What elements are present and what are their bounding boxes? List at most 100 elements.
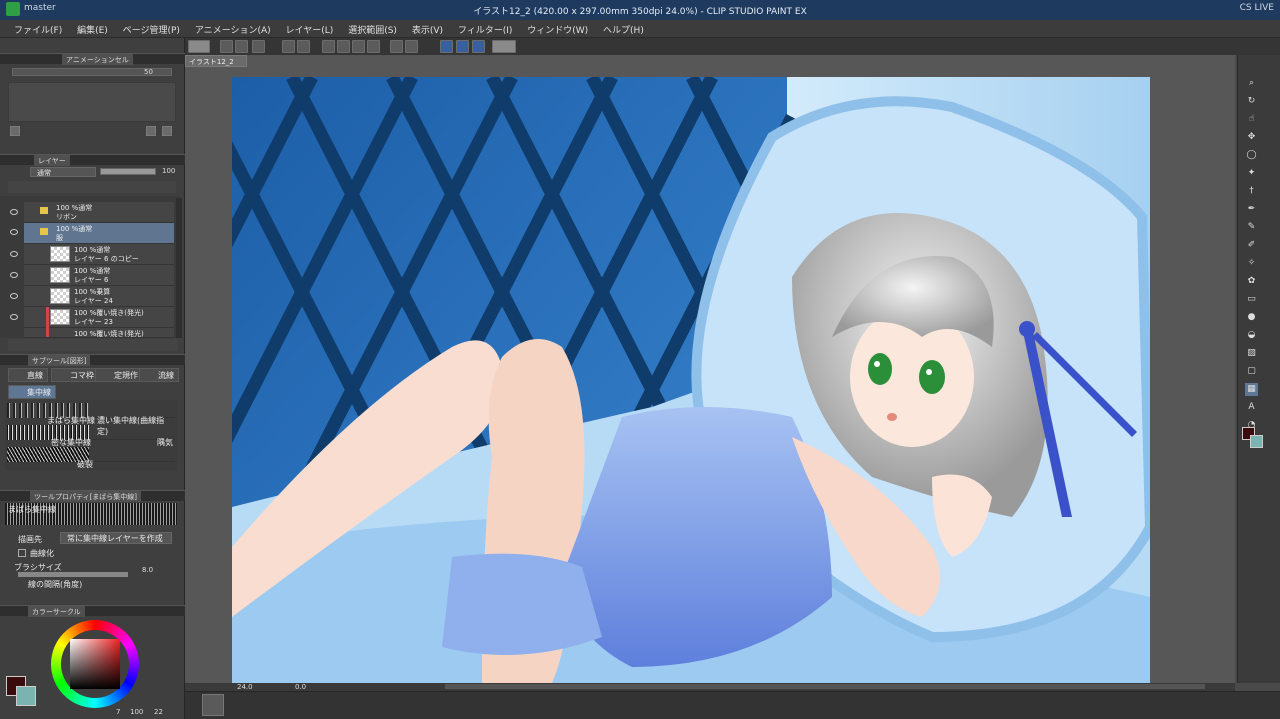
vector-icon[interactable] bbox=[472, 40, 485, 53]
eye-icon[interactable] bbox=[10, 272, 18, 278]
blend-mode-select[interactable]: 通常 bbox=[30, 167, 96, 177]
tab-animation-cel[interactable]: アニメーションセル bbox=[62, 54, 133, 65]
menu-help[interactable]: ヘルプ(H) bbox=[597, 20, 650, 38]
window-title: イラスト12_2 (420.00 x 297.00mm 350dpi 24.0%… bbox=[473, 7, 807, 17]
eye-icon[interactable] bbox=[10, 209, 18, 215]
tool-palette: ⌕ ↻ ☝ ✥ ◯ ✦ † ✒ ✎ ✐ ✧ ✿ ▭ ● ◒ ▨ ▢ ▦ A ◔ bbox=[1237, 55, 1280, 683]
zoom-value[interactable]: 24.0 bbox=[237, 683, 253, 691]
zoom-icon[interactable]: ⌕ bbox=[1245, 77, 1258, 90]
eraser-icon[interactable]: ▭ bbox=[1245, 293, 1258, 306]
menu-file[interactable]: ファイル(F) bbox=[8, 20, 68, 38]
menu-view[interactable]: 表示(V) bbox=[406, 20, 449, 38]
subtool-tab-frame[interactable]: コマ枠 bbox=[51, 368, 99, 382]
animation-cel-list[interactable] bbox=[8, 82, 176, 122]
tab-layer[interactable]: レイヤー bbox=[34, 155, 70, 166]
menu-filter[interactable]: フィルター(I) bbox=[452, 20, 519, 38]
new-cel-icon[interactable] bbox=[162, 126, 172, 136]
layer-row[interactable]: 100 %乗算 レイヤー 24 bbox=[24, 286, 174, 307]
fill-bucket-icon[interactable]: ◒ bbox=[1245, 329, 1258, 342]
layer-opacity-slider[interactable] bbox=[100, 168, 156, 175]
brush-size-value: 8.0 bbox=[142, 566, 154, 574]
help-icon[interactable] bbox=[492, 40, 516, 53]
document-tab[interactable]: イラスト12_2 bbox=[185, 55, 247, 67]
layer-scrollbar[interactable] bbox=[176, 198, 182, 338]
menu-animation[interactable]: アニメーション(A) bbox=[189, 20, 277, 38]
saturation-brightness-square[interactable] bbox=[70, 639, 120, 689]
eye-icon[interactable] bbox=[10, 229, 18, 235]
layer-thumbnail bbox=[50, 267, 70, 283]
layer-row-selected[interactable]: 100 %通常 服 bbox=[24, 223, 174, 244]
navigator-icon[interactable] bbox=[202, 694, 224, 716]
clear-icon[interactable] bbox=[322, 40, 335, 53]
open-file-icon[interactable] bbox=[235, 40, 248, 53]
snap-grid-icon[interactable] bbox=[440, 40, 453, 53]
draw-target-select[interactable]: 常に集中線レイヤーを作成 bbox=[60, 532, 172, 544]
transform-icon[interactable] bbox=[352, 40, 365, 53]
pencil-icon[interactable]: ✎ bbox=[1245, 221, 1258, 234]
airbrush-icon[interactable]: ✧ bbox=[1245, 257, 1258, 270]
eye-icon[interactable] bbox=[10, 251, 18, 257]
snap-special-ruler-icon[interactable] bbox=[405, 40, 418, 53]
menu-bar: ファイル(F) 編集(E) ページ管理(P) アニメーション(A) レイヤー(L… bbox=[0, 20, 1280, 38]
menu-selection[interactable]: 選択範囲(S) bbox=[342, 20, 403, 38]
layer-row[interactable]: 100 %通常 リボン bbox=[24, 202, 174, 223]
eye-icon[interactable] bbox=[10, 293, 18, 299]
subtool-tab-streamline[interactable]: 流線 bbox=[139, 368, 179, 382]
subtool-tab-ruler[interactable]: 定規作 bbox=[95, 368, 143, 382]
gradient-icon[interactable]: ▨ bbox=[1245, 347, 1258, 360]
layer-row[interactable]: 100 %通常 レイヤー 6 のコピー bbox=[24, 244, 174, 265]
lasso-icon[interactable]: ◯ bbox=[1245, 149, 1258, 162]
fill-icon[interactable] bbox=[337, 40, 350, 53]
blend-icon[interactable]: ● bbox=[1245, 311, 1258, 324]
figure-icon[interactable]: ▢ bbox=[1245, 365, 1258, 378]
tab-subtool[interactable]: サブツール[図形] bbox=[28, 355, 91, 366]
brush-item[interactable]: 破裂 bbox=[7, 447, 175, 469]
subtool-panel-header: サブツール[図形] bbox=[0, 354, 185, 366]
layer-row[interactable]: 100 %覆い焼き(発光) bbox=[24, 328, 174, 338]
subtool-tab-line[interactable]: 直線 bbox=[8, 368, 48, 382]
sub-color-chip[interactable] bbox=[1250, 435, 1263, 448]
horizontal-scrollbar[interactable] bbox=[445, 684, 1205, 689]
pen-pressure-icon[interactable] bbox=[456, 40, 469, 53]
sub-color-swatch[interactable] bbox=[16, 686, 36, 706]
subtool-tab-focus-line[interactable]: 集中線 bbox=[8, 385, 56, 399]
frame-border-icon[interactable]: ▦ bbox=[1245, 383, 1258, 396]
deselect-icon[interactable] bbox=[367, 40, 380, 53]
text-icon[interactable]: A bbox=[1245, 401, 1258, 414]
rotate-icon[interactable]: ↻ bbox=[1245, 95, 1258, 108]
menu-page[interactable]: ページ管理(P) bbox=[117, 20, 186, 38]
pen-icon[interactable]: ✒ bbox=[1245, 203, 1258, 216]
magic-wand-icon[interactable]: ✦ bbox=[1245, 167, 1258, 180]
layer-thumbnail bbox=[50, 309, 70, 325]
delete-cel-icon[interactable] bbox=[10, 126, 20, 136]
eyedropper-icon[interactable]: † bbox=[1245, 185, 1258, 198]
artwork-canvas[interactable] bbox=[232, 77, 1150, 683]
operation-icon[interactable]: ☝ bbox=[1245, 113, 1258, 126]
clip-studio-button[interactable] bbox=[188, 40, 210, 53]
undo-icon[interactable] bbox=[282, 40, 295, 53]
brush-item[interactable]: まばら集中線 濃い集中線(曲線指定) bbox=[7, 403, 175, 436]
menu-window[interactable]: ウィンドウ(W) bbox=[521, 20, 594, 38]
brush-icon[interactable]: ✐ bbox=[1245, 239, 1258, 252]
menu-edit[interactable]: 編集(E) bbox=[71, 20, 114, 38]
layer-mode: 100 %覆い焼き(発光) bbox=[74, 330, 144, 338]
rotation-value[interactable]: 0.0 bbox=[295, 683, 306, 691]
snap-ruler-icon[interactable] bbox=[390, 40, 403, 53]
tab-color-wheel[interactable]: カラーサークル bbox=[28, 606, 85, 617]
layer-row[interactable]: 100 %通常 レイヤー 6 bbox=[24, 265, 174, 286]
menu-layer[interactable]: レイヤー(L) bbox=[280, 20, 340, 38]
new-folder-icon[interactable] bbox=[146, 126, 156, 136]
new-file-icon[interactable] bbox=[220, 40, 233, 53]
brush-item[interactable]: 密な集中線 隅気 bbox=[7, 425, 175, 447]
redo-icon[interactable] bbox=[297, 40, 310, 53]
save-icon[interactable] bbox=[252, 40, 265, 53]
decoration-icon[interactable]: ✿ bbox=[1245, 275, 1258, 288]
brush-size-slider[interactable] bbox=[18, 572, 128, 577]
tab-tool-property[interactable]: ツールプロパティ[まばら集中線] bbox=[30, 491, 142, 502]
layer-row[interactable]: 100 %覆い焼き(発光) レイヤー 23 bbox=[24, 307, 174, 328]
layer-panel-header: レイヤー bbox=[0, 154, 185, 166]
eye-icon[interactable] bbox=[10, 314, 18, 320]
window-right-text[interactable]: CS LIVE bbox=[1240, 3, 1274, 13]
move-layer-icon[interactable]: ✥ bbox=[1245, 131, 1258, 144]
curve-checkbox[interactable] bbox=[18, 549, 26, 557]
